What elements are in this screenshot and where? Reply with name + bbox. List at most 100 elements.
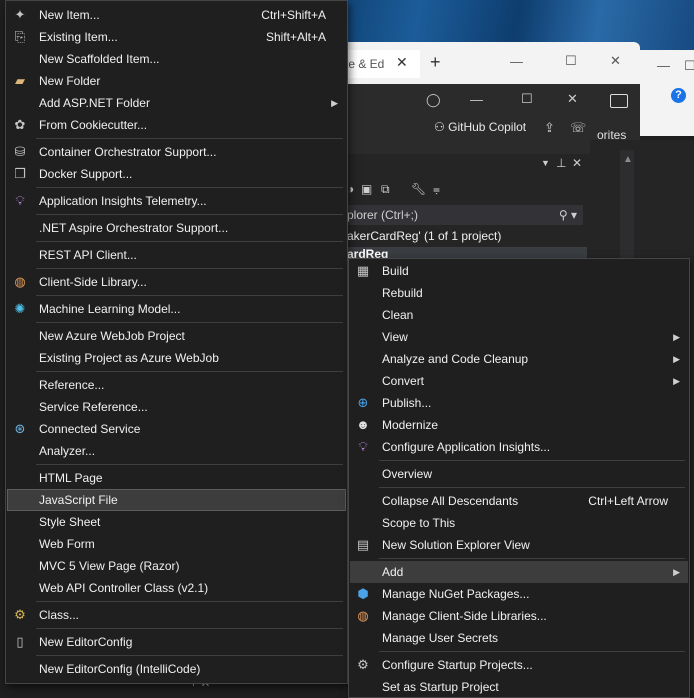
close-window-icon[interactable]: ✕ [610, 53, 621, 69]
menu-item-shortcut: Ctrl+Shift+A [261, 8, 326, 22]
menu-item-build[interactable]: ▦ Build [350, 260, 688, 282]
menu-item-convert[interactable]: Convert ▶ [350, 370, 688, 392]
menu-item-style-sheet[interactable]: Style Sheet [7, 511, 346, 533]
close-icon[interactable]: ✕ [572, 156, 582, 170]
scroll-up-icon[interactable]: ▲ [623, 154, 633, 165]
minimize-icon[interactable]: — [510, 54, 523, 69]
menu-item-scope-to-this[interactable]: Scope to This [350, 512, 688, 534]
menu-item-existing-as-webjob[interactable]: Existing Project as Azure WebJob [7, 347, 346, 369]
search-icon[interactable]: ⚲ ▾ [559, 205, 577, 225]
solution-explorer-search[interactable]: plorer (Ctrl+;) ⚲ ▾ [347, 205, 583, 225]
menu-item-manage-client-side-libraries[interactable]: ◍ Manage Client-Side Libraries... [350, 605, 688, 627]
menu-item-new-scaffolded-item[interactable]: New Scaffolded Item... [7, 48, 346, 70]
feedback-icon[interactable]: ☏ [570, 120, 586, 136]
menu-item-from-cookiecutter[interactable]: ✿ From Cookiecutter... [7, 114, 346, 136]
menu-separator [36, 187, 343, 188]
menu-item-web-form[interactable]: Web Form [7, 533, 346, 555]
menu-item-rest-api-client[interactable]: REST API Client... [7, 244, 346, 266]
menu-item-overview[interactable]: Overview [350, 463, 688, 485]
show-all-icon[interactable]: ⧉ [381, 182, 390, 197]
menu-item-reference[interactable]: Reference... [7, 374, 346, 396]
maximize-icon[interactable]: ☐ [521, 91, 533, 107]
menu-item-label: Manage Client-Side Libraries... [382, 609, 547, 623]
menu-item-new-azure-webjob[interactable]: New Azure WebJob Project [7, 325, 346, 347]
menu-item-add[interactable]: Add ▶ [350, 561, 688, 583]
menu-item-modernize[interactable]: ☻ Modernize [350, 414, 688, 436]
share-icon[interactable]: ⇪ [544, 120, 555, 136]
menu-item-collapse-all[interactable]: Collapse All Descendants Ctrl+Left Arrow [350, 490, 688, 512]
menu-item-view[interactable]: View ▶ [350, 326, 688, 348]
menu-item-clean[interactable]: Clean [350, 304, 688, 326]
menu-item-manage-nuget[interactable]: ⬢ Manage NuGet Packages... [350, 583, 688, 605]
menu-item-rebuild[interactable]: Rebuild [350, 282, 688, 304]
sync-icon[interactable]: ◑ [347, 182, 354, 196]
menu-item-new-editorconfig-intellicode[interactable]: New EditorConfig (IntelliCode) [7, 658, 346, 680]
menu-item-manage-user-secrets[interactable]: Manage User Secrets [350, 627, 688, 649]
menu-item-docker-support[interactable]: ❒ Docker Support... [7, 163, 346, 185]
maximize-icon[interactable]: ☐ [565, 53, 577, 69]
menu-item-set-as-startup[interactable]: Set as Startup Project [350, 676, 688, 698]
browser-tab[interactable]: te & Ed [345, 50, 420, 78]
preview-icon[interactable]: ⩦ [433, 182, 440, 197]
menu-item-aspire[interactable]: .NET Aspire Orchestrator Support... [7, 217, 346, 239]
menu-item-container-orchestrator[interactable]: ⛁ Container Orchestrator Support... [7, 141, 346, 163]
menu-item-configure-app-insights[interactable]: 💡︎ Configure Application Insights... [350, 436, 688, 458]
menu-item-label: Overview [382, 467, 433, 481]
menu-item-new-item[interactable]: ✦ New Item... Ctrl+Shift+A [7, 4, 346, 26]
menu-item-existing-item[interactable]: ⎘ Existing Item... Shift+Alt+A [7, 26, 346, 48]
menu-item-javascript-file[interactable]: JavaScript File [7, 489, 346, 511]
dropdown-icon[interactable]: ▼ [541, 158, 550, 168]
gear-icon: ⚙ [357, 657, 369, 672]
collapse-icon[interactable]: ▣ [361, 182, 372, 196]
menu-item-label: New EditorConfig (IntelliCode) [39, 662, 201, 676]
minimize-icon[interactable]: — [657, 58, 670, 73]
menu-item-label: Client-Side Library... [39, 275, 147, 289]
maximize-icon[interactable]: ☐ [684, 58, 694, 74]
menu-item-client-side-library[interactable]: ◍ Client-Side Library... [7, 271, 346, 293]
menu-separator [379, 487, 685, 488]
menu-item-add-aspnet-folder[interactable]: Add ASP.NET Folder ▶ [7, 92, 346, 114]
menu-item-ml-model[interactable]: ✺ Machine Learning Model... [7, 298, 346, 320]
publish-globe-icon: ⊕ [357, 395, 369, 410]
scrollbar[interactable] [620, 150, 634, 260]
menu-item-label: Scope to This [382, 516, 456, 530]
account-icon[interactable]: ◯ [426, 92, 441, 108]
new-tab-icon[interactable]: + [430, 52, 441, 73]
menu-item-label: From Cookiecutter... [39, 118, 148, 132]
menu-separator [36, 214, 343, 215]
submenu-arrow-icon: ▶ [673, 332, 680, 342]
menu-item-label: Rebuild [382, 286, 423, 300]
help-icon[interactable]: ? [671, 88, 686, 103]
tab-close-icon[interactable]: ✕ [396, 54, 408, 71]
menu-item-connected-service[interactable]: ⊛ Connected Service [7, 418, 346, 440]
menu-item-service-reference[interactable]: Service Reference... [7, 396, 346, 418]
menu-item-label: REST API Client... [39, 248, 137, 262]
submenu-arrow-icon: ▶ [673, 354, 680, 364]
menu-item-publish[interactable]: ⊕ Publish... [350, 392, 688, 414]
panel-toggle-icon[interactable] [610, 94, 628, 108]
github-copilot-button[interactable]: ⚇ GitHub Copilot [434, 120, 526, 134]
menu-item-class[interactable]: ⚙ Class... [7, 604, 346, 626]
menu-item-html-page[interactable]: HTML Page [7, 467, 346, 489]
menu-item-new-editorconfig[interactable]: ▯ New EditorConfig [7, 631, 346, 653]
menu-item-label: .NET Aspire Orchestrator Support... [39, 221, 229, 235]
menu-item-label: Docker Support... [39, 167, 133, 181]
minimize-icon[interactable]: — [470, 92, 483, 107]
menu-item-mvc5-view-page[interactable]: MVC 5 View Page (Razor) [7, 555, 346, 577]
wrench-icon[interactable]: 🔧︎ [411, 182, 426, 196]
existing-item-icon: ⎘ [14, 29, 26, 44]
client-library-icon: ◍ [357, 608, 369, 623]
menu-item-app-insights[interactable]: 💡︎ Application Insights Telemetry... [7, 190, 346, 212]
menu-item-web-api-controller[interactable]: Web API Controller Class (v2.1) [7, 577, 346, 599]
menu-item-analyzer[interactable]: Analyzer... [7, 440, 346, 462]
solution-node[interactable]: akerCardReg' (1 of 1 project) [347, 229, 501, 243]
close-icon[interactable]: ✕ [567, 91, 578, 107]
pin-icon[interactable]: ⊥ [556, 156, 566, 170]
menu-item-analyze-code-cleanup[interactable]: Analyze and Code Cleanup ▶ [350, 348, 688, 370]
app-insights-icon: 💡︎ [358, 439, 368, 454]
menu-separator [36, 628, 343, 629]
class-icon: ⚙ [14, 607, 26, 622]
menu-item-new-folder[interactable]: ▰ New Folder [7, 70, 346, 92]
menu-item-new-solution-explorer-view[interactable]: ▤ New Solution Explorer View [350, 534, 688, 556]
menu-item-configure-startup-projects[interactable]: ⚙ Configure Startup Projects... [350, 654, 688, 676]
